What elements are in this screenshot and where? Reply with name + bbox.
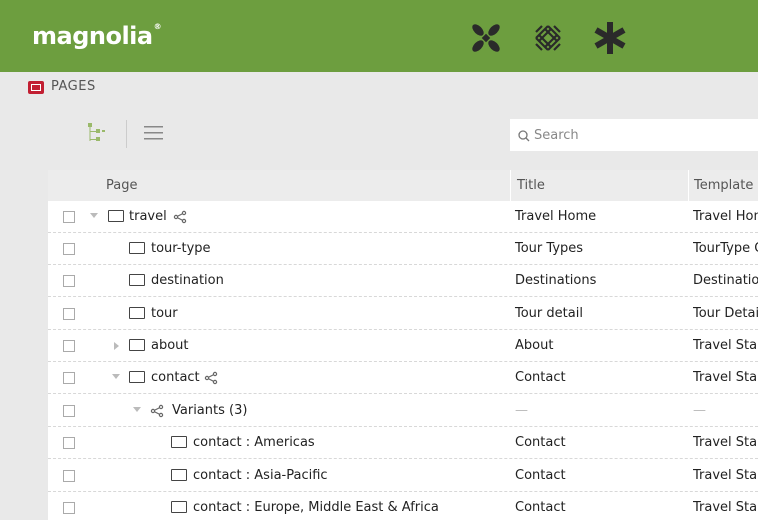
app-bar (0, 72, 758, 102)
collapse-toggle-icon[interactable] (90, 213, 98, 218)
column-divider[interactable] (510, 170, 511, 201)
page-template: Travel Standard (693, 468, 758, 483)
apps-icon[interactable] (466, 18, 506, 58)
row-checkbox[interactable] (63, 405, 75, 417)
page-template: Tour Detail (693, 306, 758, 321)
column-header-title[interactable]: Title (517, 178, 545, 193)
page-title: — (515, 403, 528, 418)
search-icon (517, 128, 531, 142)
row-checkbox[interactable] (63, 243, 75, 255)
left-gutter (0, 170, 48, 520)
expand-toggle-icon[interactable] (114, 342, 119, 350)
page-name: travel (129, 209, 167, 224)
page-icon (129, 371, 145, 383)
page-template: Travel Home (693, 209, 758, 224)
page-name: contact : Asia-Pacific (193, 468, 328, 483)
page-name: about (151, 338, 189, 353)
page-name: Variants (3) (172, 403, 248, 418)
page-template: Travel Standard (693, 370, 758, 385)
grid-header: Page Title Template (48, 170, 758, 201)
row-checkbox[interactable] (63, 340, 75, 352)
page-icon (171, 436, 187, 448)
table-row[interactable]: contact : Americas Contact Travel Standa… (48, 427, 758, 459)
pages-app-icon (28, 81, 44, 94)
page-icon (129, 339, 145, 351)
table-row[interactable]: contact : Asia-Pacific Contact Travel St… (48, 460, 758, 492)
collapse-toggle-icon[interactable] (112, 374, 120, 379)
logo-mark: ® (153, 22, 162, 31)
page-title: Tour Types (515, 241, 584, 256)
row-checkbox[interactable] (63, 372, 75, 384)
column-header-template[interactable]: Template (694, 178, 753, 193)
app-name: PAGES (51, 79, 96, 94)
page-title: Tour detail (515, 306, 583, 321)
page-title: Contact (515, 370, 566, 385)
row-checkbox[interactable] (63, 211, 75, 223)
tree-view-icon[interactable] (82, 118, 112, 148)
page-icon (108, 210, 124, 222)
favorites-icon[interactable] (590, 18, 630, 58)
row-checkbox[interactable] (63, 308, 75, 320)
list-view-icon[interactable] (140, 118, 170, 148)
page-title: Contact (515, 468, 566, 483)
collapse-toggle-icon[interactable] (133, 407, 141, 412)
table-row[interactable]: Variants (3) — — (48, 395, 758, 427)
page-title: Travel Home (515, 209, 597, 224)
row-checkbox[interactable] (63, 437, 75, 449)
logo-text: magnolia (32, 22, 153, 50)
column-divider[interactable] (688, 170, 689, 201)
row-checkbox[interactable] (63, 502, 75, 514)
table-row[interactable]: about About Travel Standard (48, 330, 758, 362)
variants-icon (204, 370, 218, 385)
page-name: destination (151, 273, 224, 288)
variants-icon (150, 403, 164, 418)
table-row[interactable]: contact Contact Travel Standard (48, 362, 758, 394)
variants-icon (173, 209, 187, 224)
page-name: contact : Europe, Middle East & Africa (193, 500, 439, 515)
page-template: Travel Standard (693, 338, 758, 353)
page-icon (129, 242, 145, 254)
page-name: tour (151, 306, 178, 321)
page-icon (129, 307, 145, 319)
page-icon (129, 274, 145, 286)
search-input[interactable] (534, 124, 744, 146)
page-name: contact : Americas (193, 435, 315, 450)
page-template: — (693, 403, 706, 418)
pages-tree-grid: Page Title Template travel Travel Home T… (48, 170, 758, 520)
page-title: Contact (515, 500, 566, 515)
page-name: tour-type (151, 241, 211, 256)
page-template: Travel Standard (693, 500, 758, 515)
page-title: About (515, 338, 554, 353)
row-checkbox[interactable] (63, 470, 75, 482)
page-name: contact (151, 370, 200, 385)
page-title: Contact (515, 435, 566, 450)
table-row[interactable]: tour Tour detail Tour Detail (48, 298, 758, 330)
page-template: TourType Overview (693, 241, 758, 256)
page-title: Destinations (515, 273, 597, 288)
table-row[interactable]: contact : Europe, Middle East & Africa C… (48, 492, 758, 520)
table-row[interactable]: travel Travel Home Travel Home (48, 201, 758, 233)
page-template: Travel Standard (693, 435, 758, 450)
page-template: Destination Overview (693, 273, 758, 288)
pulse-icon[interactable] (528, 18, 568, 58)
table-row[interactable]: destination Destinations Destination Ove… (48, 265, 758, 297)
table-row[interactable]: tour-type Tour Types TourType Overview (48, 233, 758, 265)
magnolia-logo[interactable]: magnolia® (32, 22, 162, 50)
page-icon (171, 469, 187, 481)
view-separator (126, 120, 127, 148)
page-icon (171, 501, 187, 513)
column-header-page[interactable]: Page (106, 178, 137, 193)
row-checkbox[interactable] (63, 275, 75, 287)
